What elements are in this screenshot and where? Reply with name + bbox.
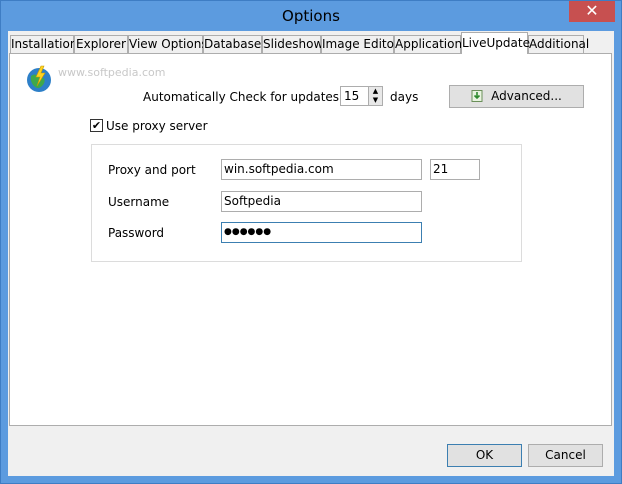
proxy-settings-group: Proxy and port win.softpedia.com 21 User… — [91, 144, 522, 262]
window-title: Options — [282, 7, 340, 25]
close-icon: ✕ — [585, 1, 599, 20]
use-proxy-checkbox[interactable]: ✔ — [90, 119, 103, 132]
tab-database[interactable]: Database — [203, 35, 262, 53]
ok-button[interactable]: OK — [447, 444, 522, 467]
use-proxy-label[interactable]: Use proxy server — [106, 119, 208, 133]
username-label: Username — [108, 195, 170, 209]
liveupdate-panel: www.softpedia.com Automatically Check fo… — [9, 53, 612, 426]
interval-unit-label: days — [390, 90, 419, 104]
tab-explorer[interactable]: Explorer — [74, 35, 128, 53]
password-label: Password — [108, 226, 165, 240]
tab-view-options[interactable]: View Options — [128, 35, 208, 53]
proxy-host-input[interactable]: win.softpedia.com — [221, 159, 422, 180]
stepper-buttons: ▲ ▼ — [368, 87, 382, 105]
advanced-button[interactable]: Advanced... — [449, 85, 584, 108]
dialog-client-area: Installation Explorer View Options Datab… — [8, 31, 614, 476]
cancel-button[interactable]: Cancel — [528, 444, 603, 467]
options-window: Options ✕ Installation Explorer View Opt… — [0, 0, 622, 484]
stepper-down-icon[interactable]: ▼ — [369, 96, 382, 105]
update-interval-stepper[interactable]: 15 ▲ ▼ — [340, 86, 383, 106]
password-input[interactable]: ●●●●●● — [221, 222, 422, 243]
title-bar[interactable]: Options ✕ — [1, 1, 621, 31]
username-input[interactable]: Softpedia — [221, 191, 422, 212]
tab-image-editor[interactable]: Image Editor — [321, 35, 399, 53]
watermark: www.softpedia.com — [58, 66, 166, 79]
tab-slideshow[interactable]: Slideshow — [262, 35, 323, 53]
close-button[interactable]: ✕ — [569, 1, 615, 22]
check-icon: ✔ — [91, 119, 102, 132]
proxy-port-input[interactable]: 21 — [430, 159, 480, 180]
advanced-button-label: Advanced... — [491, 89, 562, 103]
update-interval-value[interactable]: 15 — [344, 89, 359, 103]
proxy-and-port-label: Proxy and port — [108, 163, 196, 177]
tab-applications[interactable]: Applications — [394, 35, 468, 53]
globe-lightning-icon — [27, 65, 51, 92]
download-arrow-icon — [471, 90, 483, 102]
tab-additional[interactable]: Additional — [528, 35, 589, 53]
tab-installation[interactable]: Installation — [10, 35, 77, 53]
tab-liveupdate[interactable]: LiveUpdate — [461, 32, 530, 54]
